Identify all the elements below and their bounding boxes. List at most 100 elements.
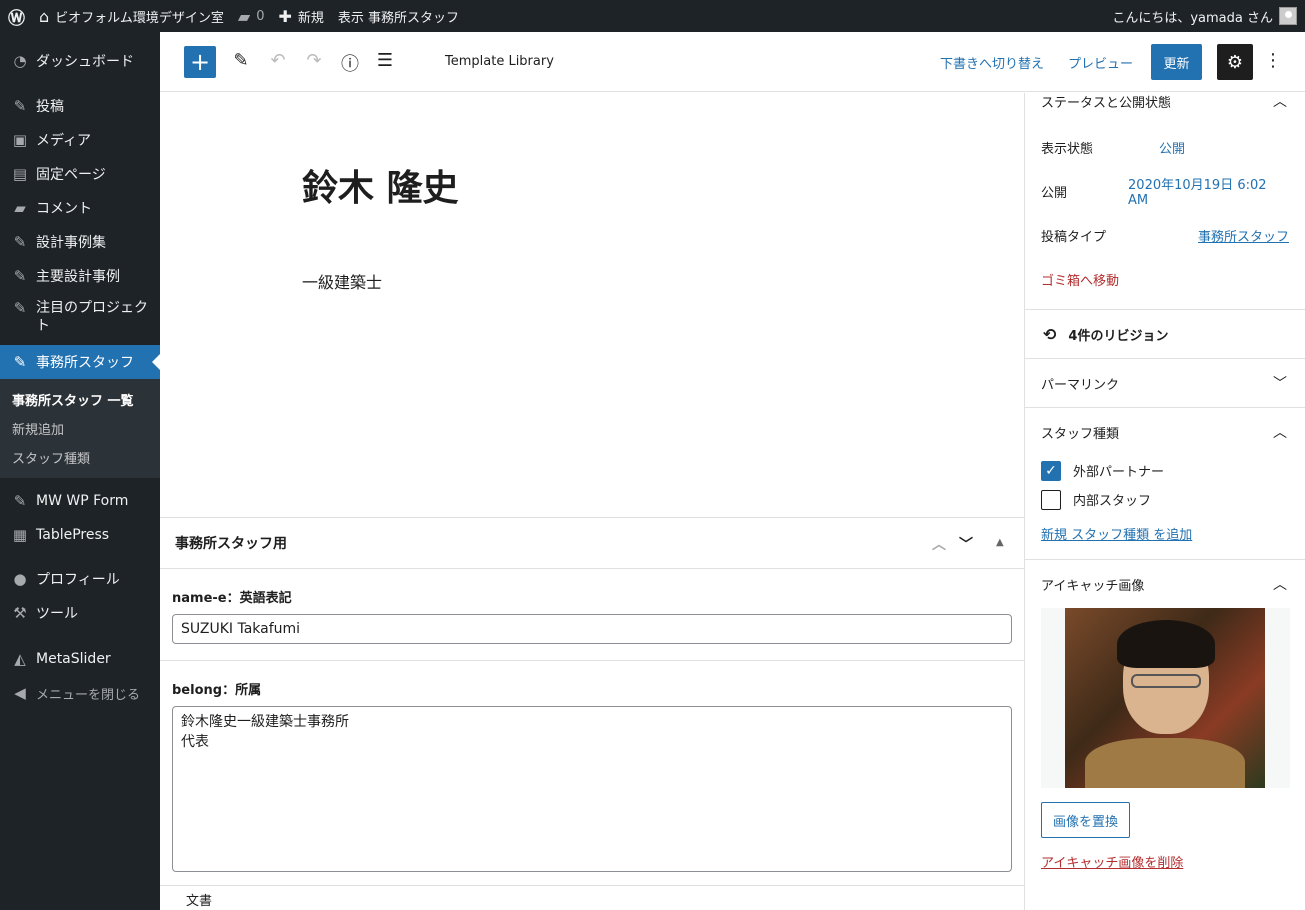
wrench-icon: ⚒ — [13, 604, 27, 622]
pin-icon: ✎ — [13, 97, 27, 115]
visibility-label: 表示状態 — [1041, 141, 1094, 157]
status-panel-header[interactable]: ステータスと公開状態 ︿ — [1025, 93, 1305, 125]
replace-image-button[interactable]: 画像を置換 — [1041, 802, 1130, 838]
settings-gear-icon[interactable]: ⚙ — [1217, 44, 1253, 80]
add-new-staff-type-link[interactable]: 新規 スタッフ種類 を追加 — [1025, 514, 1305, 559]
sidebar-item-design-cases[interactable]: ✎ 設計事例集 — [0, 225, 160, 259]
view-post-link[interactable]: 表示 事務所スタッフ — [331, 0, 466, 32]
undo-icon[interactable]: ↶ — [266, 50, 290, 71]
checkbox-internal-staff[interactable]: 内部スタッフ — [1025, 485, 1305, 514]
divider — [160, 660, 1024, 661]
page-icon: ▤ — [12, 165, 28, 183]
chevron-up-icon: ︿ — [1273, 577, 1287, 593]
photo-glasses — [1131, 674, 1201, 688]
update-button[interactable]: 更新 — [1151, 44, 1202, 80]
sidebar-item-label: ツール — [36, 606, 78, 622]
photo-body — [1085, 738, 1245, 788]
editor-breadcrumb: 文書 — [160, 885, 1024, 910]
account-menu[interactable]: こんにちは、yamada さん — [1105, 0, 1305, 32]
metaslider-icon: ◭ — [14, 650, 26, 668]
staff-type-panel: スタッフ種類 ︿ ✓ 外部パートナー 内部スタッフ 新規 スタッフ種類 を追加 — [1025, 408, 1305, 560]
sidebar-item-main-cases[interactable]: ✎ 主要設計事例 — [0, 259, 160, 293]
site-name: ビオフォルム環境デザイン室 — [55, 10, 224, 26]
status-panel: ステータスと公開状態 ︿ 表示状態 公開 公開 2020年10月19日 6:02 AM… — [1025, 93, 1305, 310]
submenu-staff-list[interactable]: 事務所スタッフ 一覧 — [0, 385, 160, 414]
sidebar-item-label: 投稿 — [36, 99, 64, 115]
list-view-icon[interactable]: ☰ — [373, 50, 397, 71]
sidebar-item-comments[interactable]: ▰ コメント — [0, 191, 160, 225]
staff-type-panel-header[interactable]: スタッフ種類 ︿ — [1025, 408, 1305, 456]
checkbox-label: 外部パートナー — [1073, 465, 1165, 480]
admin-bar: Ⓦ ⌂ ビオフォルム環境デザイン室 ▰ 0 ✚ 新規 表示 事務所スタッフ こんにちは… — [0, 0, 1305, 32]
featured-image-preview[interactable] — [1041, 608, 1290, 788]
name-e-field[interactable]: SUZUKI Takafumi — [172, 614, 1012, 644]
visibility-row: 表示状態 公開 — [1025, 125, 1305, 169]
sidebar-item-label: メニューを閉じる — [36, 687, 141, 703]
staff-type-title: スタッフ種類 — [1041, 426, 1120, 442]
submenu-staff-type[interactable]: スタッフ種類 — [0, 443, 160, 472]
editor-toolbar: + ✎ ↶ ↷ ⓘ ☰ Template Library 下書きへ切り替え プレ… — [160, 32, 1305, 92]
more-options-icon[interactable]: ⋮ — [1264, 50, 1282, 71]
sidebar-item-featured-projects[interactable]: ✎ 注目のプロジェクト — [0, 293, 160, 345]
checkbox-external-partner[interactable]: ✓ 外部パートナー — [1025, 456, 1305, 485]
new-content-link[interactable]: ✚ 新規 — [272, 0, 331, 32]
remove-featured-image-link[interactable]: アイキャッチ画像を削除 — [1025, 838, 1305, 885]
sidebar-item-label: メディア — [36, 133, 92, 149]
pin-icon: ✎ — [13, 267, 27, 285]
revisions-label: 4件のリビジョン — [1068, 328, 1169, 344]
gauge-icon: ◔ — [13, 52, 27, 70]
pin-icon: ✎ — [13, 353, 27, 371]
chevron-up-icon: ︿ — [1273, 94, 1287, 110]
settings-sidebar: ステータスと公開状態 ︿ 表示状態 公開 公開 2020年10月19日 6:02 AM… — [1024, 93, 1305, 910]
staff-metabox: 事務所スタッフ用 ︿ ﹀ ▲ name-e：英語表記 SUZUKI Takafu… — [160, 517, 1024, 910]
permalink-panel-header[interactable]: パーマリンク ﹀ — [1025, 359, 1305, 407]
toggle-panel-icon[interactable]: ▲ — [996, 537, 1004, 548]
belong-textarea[interactable]: 鈴木隆史一級建築士事務所 代表 — [172, 706, 1012, 872]
sidebar-item-label: TablePress — [36, 527, 110, 543]
info-icon[interactable]: ⓘ — [338, 50, 362, 76]
revisions-header: ⟲ 4件のリビジョン — [1025, 310, 1305, 358]
sidebar-item-dashboard[interactable]: ◔ ダッシュボード — [0, 44, 160, 78]
featured-image-panel-header[interactable]: アイキャッチ画像 ︿ — [1025, 560, 1305, 608]
paragraph-block[interactable]: 一級建築士 — [302, 269, 382, 293]
post-type-value[interactable]: 事務所スタッフ — [1198, 226, 1289, 245]
site-name-link[interactable]: ⌂ ビオフォルム環境デザイン室 — [32, 0, 231, 32]
sidebar-item-label: MetaSlider — [36, 651, 111, 667]
visibility-value[interactable]: 公開 — [1129, 138, 1185, 157]
wordpress-logo-icon[interactable]: Ⓦ — [0, 0, 32, 32]
media-icon: ▣ — [12, 131, 28, 149]
user-icon: ● — [13, 570, 27, 588]
publish-date[interactable]: 2020年10月19日 6:02 AM — [1128, 174, 1289, 208]
chevron-down-icon: ﹀ — [1273, 376, 1287, 392]
comment-icon: ▰ — [237, 6, 251, 26]
add-block-button[interactable]: + — [184, 46, 216, 78]
sidebar-item-pages[interactable]: ▤ 固定ページ — [0, 157, 160, 191]
sidebar-item-mw-wp-form[interactable]: ✎ MW WP Form — [0, 484, 160, 518]
collapse-menu-button[interactable]: ◀ メニューを閉じる — [0, 676, 160, 710]
switch-to-draft-button[interactable]: 下書きへ切り替え — [940, 53, 1044, 72]
revisions-panel[interactable]: ⟲ 4件のリビジョン — [1025, 310, 1305, 359]
comments-link[interactable]: ▰ 0 — [231, 0, 272, 32]
move-to-trash-button[interactable]: ゴミ箱へ移動 — [1025, 257, 1305, 301]
post-title[interactable]: 鈴木 隆史 — [302, 159, 459, 211]
checkbox-unchecked-icon — [1041, 489, 1061, 510]
sidebar-item-media[interactable]: ▣ メディア — [0, 123, 160, 157]
preview-button[interactable]: プレビュー — [1068, 53, 1133, 72]
edit-mode-icon[interactable]: ✎ — [229, 50, 253, 71]
sidebar-item-profile[interactable]: ● プロフィール — [0, 562, 160, 596]
sidebar-item-tablepress[interactable]: ▦ TablePress — [0, 518, 160, 552]
chevron-up-icon[interactable]: ︿ — [932, 534, 946, 554]
sidebar-item-tools[interactable]: ⚒ ツール — [0, 596, 160, 630]
submenu-add-new[interactable]: 新規追加 — [0, 414, 160, 443]
sidebar-item-label: 固定ページ — [36, 167, 106, 183]
pin-icon: ✎ — [13, 492, 27, 510]
sidebar-item-label: ダッシュボード — [36, 54, 134, 70]
redo-icon[interactable]: ↷ — [302, 50, 326, 71]
sidebar-item-metaslider[interactable]: ◭ MetaSlider — [0, 642, 160, 676]
featured-image-panel: アイキャッチ画像 ︿ 画像を置換 アイキャッチ画像を削除 — [1025, 560, 1305, 885]
sidebar-item-posts[interactable]: ✎ 投稿 — [0, 89, 160, 123]
chevron-down-icon[interactable]: ﹀ — [959, 534, 973, 554]
template-library-button[interactable]: Template Library — [445, 54, 554, 69]
sidebar-item-staff[interactable]: ✎ 事務所スタッフ — [0, 345, 160, 379]
breadcrumb-document[interactable]: 文書 — [186, 894, 212, 909]
